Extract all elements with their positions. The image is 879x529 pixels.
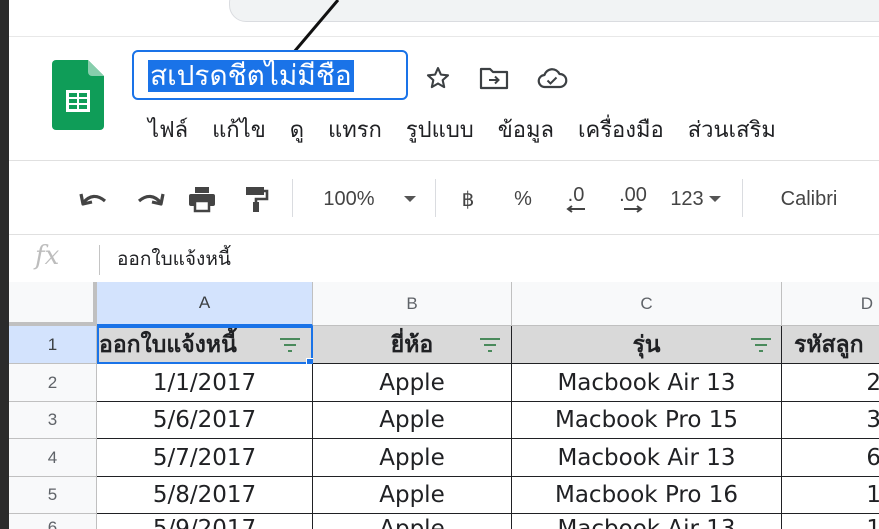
document-title-text: สเปรดชีตไม่มีชื่อ xyxy=(148,59,354,92)
cell-a6[interactable]: 5/9/2017 xyxy=(97,514,313,529)
cell-b1-text: ยี่ห้อ xyxy=(390,331,434,358)
column-header-d[interactable]: D xyxy=(782,282,879,326)
zoom-select[interactable]: 100% xyxy=(317,185,381,213)
cell-d5[interactable]: 1 xyxy=(782,477,879,514)
dropdown-arrow-icon[interactable] xyxy=(397,185,423,213)
toolbar-divider xyxy=(435,179,436,217)
fx-icon: fx xyxy=(35,241,60,271)
toolbar-divider xyxy=(292,179,293,217)
menu-view[interactable]: ดู xyxy=(278,114,316,148)
filter-icon[interactable] xyxy=(279,336,301,354)
browser-top-strip xyxy=(9,0,879,37)
menu-tools[interactable]: เครื่องมือ xyxy=(566,114,676,148)
font-family-select[interactable]: Calibri xyxy=(769,185,849,213)
formula-bar: fx ออกใบแจ้งหนี้ xyxy=(9,234,879,284)
menu-insert[interactable]: แทรก xyxy=(316,114,394,148)
cell-d2[interactable]: 2 xyxy=(782,364,879,402)
more-formats-button[interactable]: 123 xyxy=(665,185,727,213)
cell-a1-text: ออกใบแจ้งหนี้ xyxy=(99,331,237,358)
arrow-right-icon xyxy=(624,205,643,213)
document-title-input[interactable]: สเปรดชีตไม่มีชื่อ xyxy=(132,50,408,100)
row-header-6[interactable]: 6 xyxy=(9,514,97,529)
cell-b2[interactable]: Apple xyxy=(313,364,512,402)
cell-a2[interactable]: 1/1/2017 xyxy=(97,364,313,402)
cell-b5[interactable]: Apple xyxy=(313,477,512,514)
print-icon[interactable] xyxy=(185,185,219,213)
paint-format-icon[interactable] xyxy=(241,185,271,213)
cell-a5[interactable]: 5/8/2017 xyxy=(97,477,313,514)
column-header-a[interactable]: A xyxy=(97,282,313,326)
menu-data[interactable]: ข้อมูล xyxy=(486,114,566,148)
sheets-logo-icon[interactable] xyxy=(52,60,104,130)
browser-address-bar[interactable] xyxy=(229,0,879,22)
row-header-4[interactable]: 4 xyxy=(9,439,97,477)
toolbar-divider xyxy=(742,179,743,217)
cell-c5[interactable]: Macbook Pro 16 xyxy=(512,477,782,514)
row-header-1[interactable]: 1 xyxy=(9,326,97,364)
increase-decimal-button[interactable]: .00 xyxy=(613,185,653,213)
cell-d3[interactable]: 3 xyxy=(782,402,879,439)
toolbar: 100% ฿ % .0 .00 123 Calibri xyxy=(9,160,879,235)
arrow-left-icon xyxy=(566,205,585,213)
currency-format-button[interactable]: ฿ xyxy=(457,185,479,213)
menu-bar: ไฟล์ แก้ไข ดู แทรก รูปแบบ ข้อมูล เครื่อง… xyxy=(148,114,788,148)
menu-format[interactable]: รูปแบบ xyxy=(394,114,486,148)
cell-b4[interactable]: Apple xyxy=(313,439,512,477)
decrease-decimal-label: .0 xyxy=(567,184,585,206)
cell-c6[interactable]: Macbook Air 13 xyxy=(512,514,782,529)
cell-d6[interactable]: 1 xyxy=(782,514,879,529)
redo-icon[interactable] xyxy=(133,185,167,213)
cell-c1-text: รุ่น xyxy=(632,331,661,358)
cell-a3[interactable]: 5/6/2017 xyxy=(97,402,313,439)
increase-decimal-label: .00 xyxy=(619,184,647,206)
row-header-3[interactable]: 3 xyxy=(9,402,97,439)
cell-a4[interactable]: 5/7/2017 xyxy=(97,439,313,477)
menu-addons[interactable]: ส่วนเสริม xyxy=(676,114,788,148)
chevron-down-icon xyxy=(708,196,721,202)
column-header-c[interactable]: C xyxy=(512,282,782,326)
cell-c4[interactable]: Macbook Air 13 xyxy=(512,439,782,477)
filter-icon[interactable] xyxy=(750,336,772,354)
menu-edit[interactable]: แก้ไข xyxy=(200,114,278,148)
cell-d1-text: รหัสลูก xyxy=(794,331,864,358)
window-frame xyxy=(0,0,9,529)
cell-c2[interactable]: Macbook Air 13 xyxy=(512,364,782,402)
menu-file[interactable]: ไฟล์ xyxy=(148,114,200,148)
select-all-corner[interactable] xyxy=(9,282,97,326)
row-header-5[interactable]: 5 xyxy=(9,477,97,514)
spreadsheet-grid: A B C D 1 2 3 4 5 6 ออกใบแจ้งหนี้ ยี่ห้อ… xyxy=(9,282,879,529)
cell-b6[interactable]: Apple xyxy=(313,514,512,529)
cell-d1[interactable]: รหัสลูก xyxy=(782,326,879,364)
row-header-2[interactable]: 2 xyxy=(9,364,97,402)
star-icon[interactable] xyxy=(422,62,454,94)
percent-format-button[interactable]: % xyxy=(511,185,535,213)
cell-c3[interactable]: Macbook Pro 15 xyxy=(512,402,782,439)
column-header-b[interactable]: B xyxy=(313,282,512,326)
move-to-folder-icon[interactable] xyxy=(478,62,510,94)
undo-icon[interactable] xyxy=(77,185,111,213)
cell-d4[interactable]: 6 xyxy=(782,439,879,477)
formula-divider xyxy=(99,245,100,275)
more-formats-label: 123 xyxy=(670,187,704,210)
cloud-status-icon[interactable] xyxy=(536,62,568,94)
cell-c1[interactable]: รุ่น xyxy=(512,326,782,364)
decrease-decimal-button[interactable]: .0 xyxy=(561,185,591,213)
cell-b3[interactable]: Apple xyxy=(313,402,512,439)
filter-icon[interactable] xyxy=(479,336,501,354)
formula-input[interactable]: ออกใบแจ้งหนี้ xyxy=(117,245,231,273)
